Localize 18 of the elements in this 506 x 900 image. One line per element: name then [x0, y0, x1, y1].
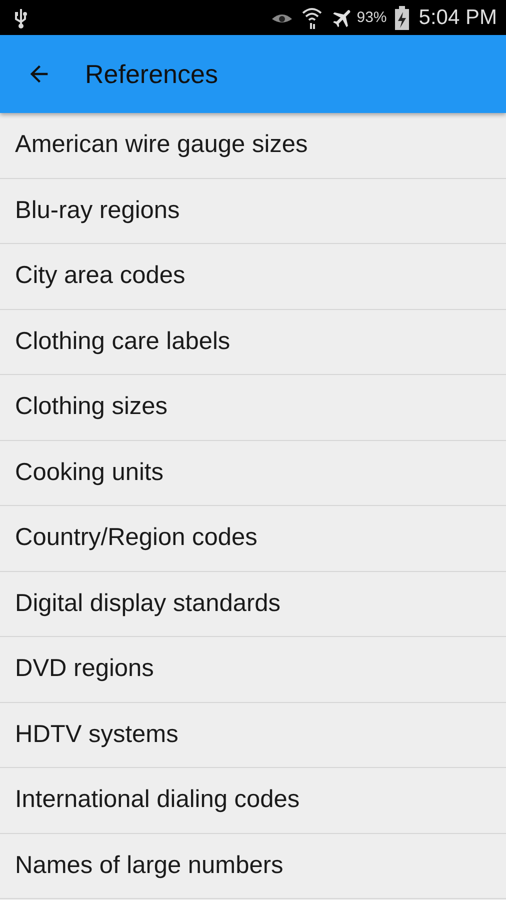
list-item[interactable]: Clothing care labels — [0, 310, 506, 375]
usb-icon — [14, 6, 28, 28]
clock-time: 5:04 PM — [418, 6, 497, 30]
list-item[interactable]: DVD regions — [0, 637, 506, 702]
wifi-icon — [300, 6, 323, 30]
list-item[interactable]: Digital display standards — [0, 572, 506, 637]
list-item[interactable]: Cooking units — [0, 440, 506, 506]
battery-charging-icon — [394, 6, 409, 30]
list-item[interactable]: Country/Region codes — [0, 506, 506, 572]
battery-percent: 93% — [356, 9, 387, 26]
list-item[interactable]: HDTV systems — [0, 702, 506, 768]
list-item[interactable]: Blu-ray regions — [0, 178, 506, 244]
list-item[interactable]: Clothing sizes — [0, 375, 506, 440]
app-bar-title: References — [85, 58, 218, 90]
list-item[interactable]: Names of large numbers — [0, 834, 506, 899]
list-item[interactable]: American wire gauge sizes — [0, 113, 506, 178]
list-item[interactable]: International dialing codes — [0, 768, 506, 834]
list-item[interactable]: City area codes — [0, 244, 506, 310]
